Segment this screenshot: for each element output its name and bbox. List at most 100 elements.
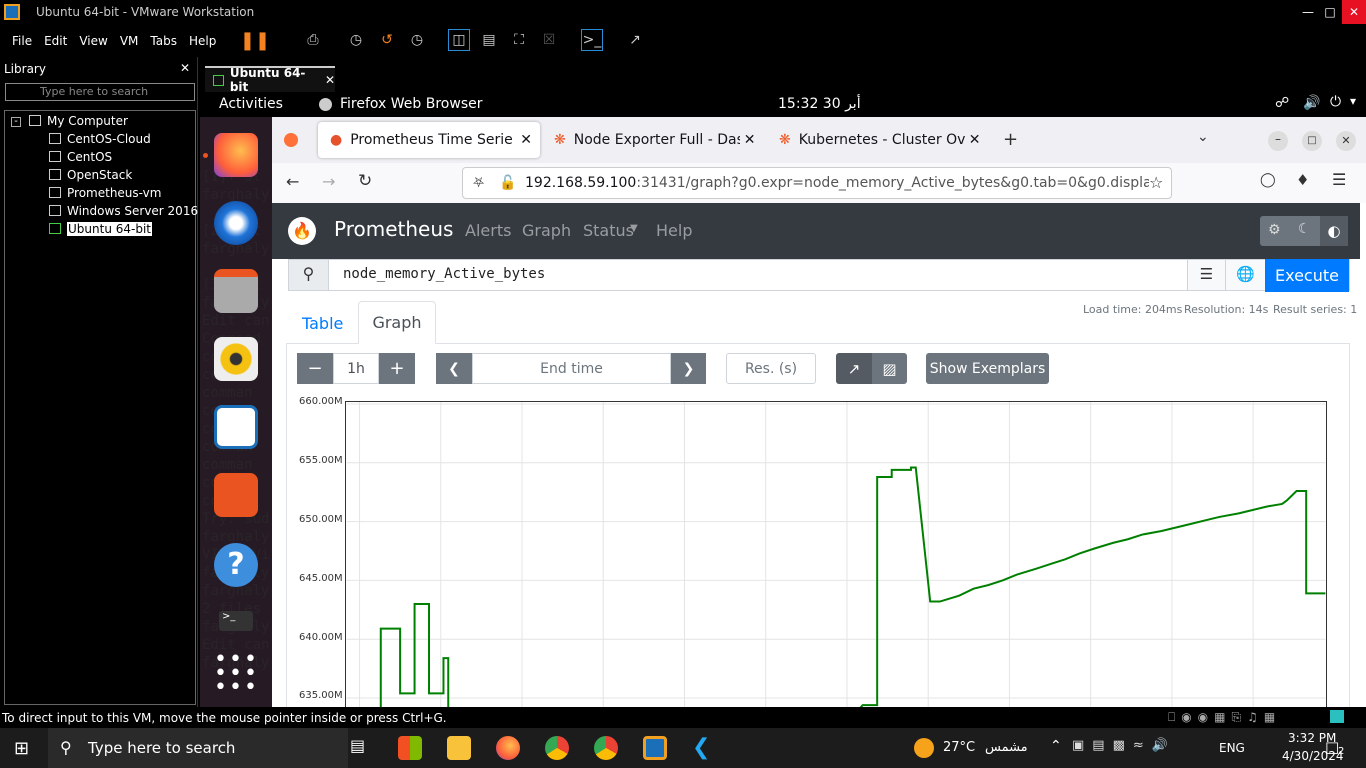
tab-table[interactable]: Table: [302, 314, 343, 333]
range-input[interactable]: 1h: [333, 353, 379, 384]
volume-icon[interactable]: 🔊: [1303, 95, 1320, 111]
tray-chevron-icon[interactable]: ⌃: [1050, 738, 1062, 754]
nav-graph[interactable]: Graph: [522, 221, 571, 240]
resolution-input[interactable]: Res. (s): [726, 353, 816, 384]
tree-item-prometheus-vm[interactable]: Prometheus-vm: [49, 186, 161, 200]
tree-item-windows-server[interactable]: Windows Server 2016: [49, 204, 198, 218]
tab-close-icon[interactable]: ✕: [969, 132, 981, 148]
system-menu-chevron-icon[interactable]: ▾: [1350, 94, 1356, 108]
weather-desc[interactable]: مشمس: [985, 740, 1028, 755]
auto-theme-icon[interactable]: ◐: [1320, 216, 1348, 246]
expression-input[interactable]: node_memory_Active_bytes: [343, 266, 545, 282]
clock[interactable]: 15:32 أبر 30: [778, 96, 861, 112]
power-icon[interactable]: ⏻: [1330, 94, 1341, 110]
task-view-icon[interactable]: ▤: [350, 736, 374, 760]
start-icon[interactable]: ⊞: [14, 738, 29, 759]
range-decrease-button[interactable]: −: [297, 353, 333, 384]
reload-icon[interactable]: ↻: [358, 171, 372, 191]
execute-button[interactable]: Execute: [1265, 259, 1349, 292]
files-icon[interactable]: [214, 269, 258, 313]
metrics-explorer-icon[interactable]: 🌐: [1225, 260, 1265, 290]
library-search-input[interactable]: Type here to search: [5, 83, 195, 101]
list-tabs-icon[interactable]: ⌄: [1197, 129, 1209, 145]
tree-item-centos[interactable]: CentOS: [49, 150, 112, 164]
ff-maximize-icon[interactable]: □: [1302, 131, 1322, 151]
url-bar[interactable]: ⛧ 🔓 192.168.59.100:31431/graph?g0.expr=n…: [462, 167, 1172, 199]
menu-file[interactable]: File: [12, 34, 32, 48]
weather-temp[interactable]: 27°C: [943, 740, 975, 755]
minimize-button[interactable]: —: [1296, 0, 1320, 24]
snapshot-manager-icon[interactable]: ◷: [406, 29, 428, 51]
thumbnail-bar-icon[interactable]: ▤: [478, 29, 500, 51]
activities-button[interactable]: Activities: [219, 96, 283, 112]
bookmark-star-icon[interactable]: ☆: [1149, 168, 1164, 198]
vscode-icon[interactable]: ❮: [692, 736, 716, 760]
tree-item-openstack[interactable]: OpenStack: [49, 168, 132, 182]
tab-kubernetes[interactable]: ❋ Kubernetes - Cluster Ove ✕: [767, 122, 985, 158]
file-explorer-icon[interactable]: [447, 736, 471, 760]
pocket-icon[interactable]: ◯: [1260, 172, 1276, 188]
menu-vm[interactable]: VM: [120, 34, 139, 48]
tree-item-ubuntu[interactable]: Ubuntu 64-bit: [49, 222, 152, 236]
send-ctrl-alt-del-icon[interactable]: ⎙: [302, 29, 324, 51]
end-time-back-button[interactable]: ❮: [436, 353, 472, 384]
firefox-taskbar-icon[interactable]: [496, 736, 520, 760]
tray-icons[interactable]: ▣▤▩≈🔊: [1072, 738, 1176, 753]
tree-root[interactable]: My Computer: [29, 114, 128, 128]
stretch-icon[interactable]: ↗: [624, 29, 646, 51]
chrome-icon[interactable]: [545, 736, 569, 760]
range-increase-button[interactable]: +: [379, 353, 415, 384]
app-center-icon[interactable]: [214, 473, 258, 517]
nav-status[interactable]: Status: [583, 221, 634, 240]
show-apps-icon[interactable]: ••• ••• •••: [214, 649, 258, 699]
menu-help[interactable]: Help: [189, 34, 216, 48]
close-button[interactable]: ✕: [1342, 0, 1366, 24]
vmware-taskbar-icon[interactable]: [643, 736, 667, 760]
nav-alerts[interactable]: Alerts: [465, 221, 511, 240]
writer-icon[interactable]: [214, 405, 258, 449]
network-icon[interactable]: ☍: [1275, 95, 1289, 111]
snapshot-icon[interactable]: ◷: [345, 29, 367, 51]
pause-icon[interactable]: ❚❚: [240, 29, 270, 51]
tab-node-exporter[interactable]: ❋ Node Exporter Full - Dash ✕: [542, 122, 760, 158]
menu-edit[interactable]: Edit: [44, 34, 67, 48]
extensions-icon[interactable]: ♦: [1296, 171, 1309, 189]
series-line[interactable]: [362, 466, 1326, 707]
light-theme-icon[interactable]: ⚙: [1268, 222, 1281, 238]
help-icon[interactable]: ?: [214, 543, 258, 587]
show-exemplars-button[interactable]: Show Exemplars: [926, 353, 1049, 384]
show-library-icon[interactable]: ◫: [448, 29, 470, 51]
tab-close-icon[interactable]: ✕: [520, 132, 532, 148]
menu-view[interactable]: View: [79, 34, 107, 48]
line-chart-button[interactable]: ↗: [836, 353, 872, 384]
prometheus-logo-icon[interactable]: 🔥: [288, 217, 316, 245]
prometheus-brand[interactable]: Prometheus: [334, 217, 453, 241]
store-icon[interactable]: [398, 736, 422, 760]
firefox-view-icon[interactable]: [284, 133, 298, 147]
weather-sun-icon[interactable]: [914, 738, 934, 758]
thunderbird-icon[interactable]: [214, 201, 258, 245]
unity-icon[interactable]: ☒: [538, 29, 560, 51]
vm-tab-close-icon[interactable]: ✕: [325, 73, 335, 87]
ff-minimize-icon[interactable]: –: [1268, 131, 1288, 151]
vmware-tools-icon[interactable]: [1330, 710, 1344, 723]
new-tab-icon[interactable]: +: [1003, 129, 1018, 150]
stacked-chart-button[interactable]: ▨: [872, 353, 907, 384]
rhythmbox-icon[interactable]: [214, 337, 258, 381]
input-language[interactable]: ENG: [1219, 741, 1245, 755]
graph-plot[interactable]: [345, 401, 1327, 707]
tree-item-centos-cloud[interactable]: CentOS-Cloud: [49, 132, 151, 146]
tab-graph[interactable]: Graph: [358, 301, 436, 344]
menu-tabs[interactable]: Tabs: [150, 34, 177, 48]
terminal-icon[interactable]: >_: [219, 611, 253, 631]
revert-snapshot-icon[interactable]: ↺: [376, 29, 398, 51]
device-icons[interactable]: ⎕◉◉▦⎘♫▦: [1168, 710, 1281, 725]
library-close-icon[interactable]: ✕: [180, 61, 190, 75]
forward-icon[interactable]: →: [322, 172, 335, 191]
menu-icon[interactable]: ☰: [1332, 170, 1346, 189]
firefox-icon[interactable]: [214, 133, 258, 177]
vm-tab[interactable]: Ubuntu 64-bit ✕: [205, 66, 335, 94]
format-expression-icon[interactable]: ☰: [1187, 260, 1225, 290]
maximize-button[interactable]: □: [1318, 0, 1342, 24]
console-view-icon[interactable]: >_: [581, 29, 603, 51]
